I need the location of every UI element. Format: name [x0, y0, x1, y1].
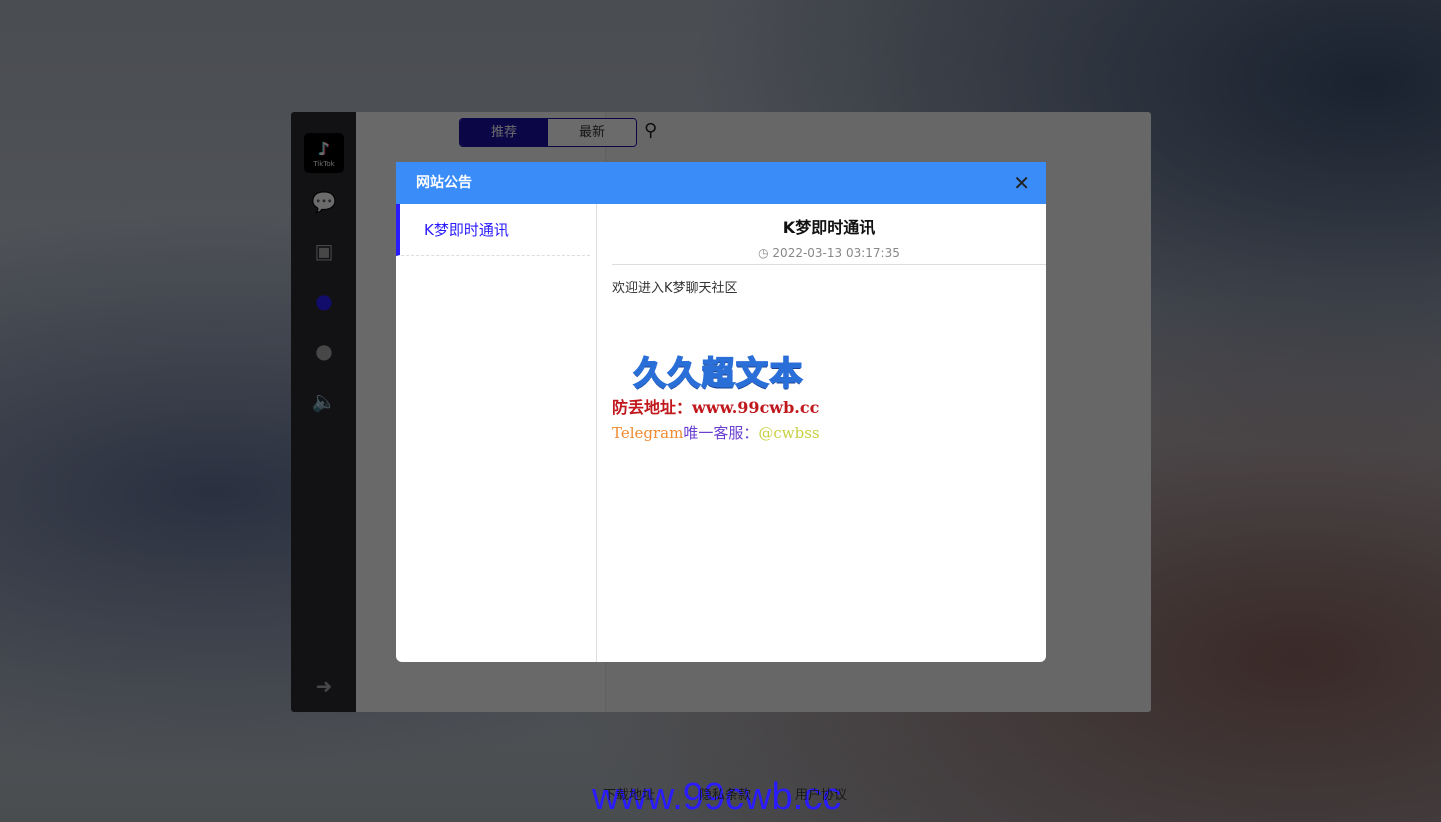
tab-recommended[interactable]: 推荐	[460, 119, 548, 146]
announcement-item[interactable]: K梦即时通讯	[396, 204, 590, 256]
volume-icon[interactable]: 🔈	[311, 389, 337, 415]
detail-title: K梦即时通讯	[782, 218, 876, 237]
address-label: 防丢地址：	[612, 398, 693, 417]
user-icon[interactable]: ●	[311, 339, 337, 365]
modal-title: 网站公告	[416, 175, 472, 191]
banner-image: 久久超文本	[633, 353, 805, 393]
telegram-line: Telegram唯一客服：@cwbss	[612, 422, 1046, 443]
users-icon[interactable]: ●	[311, 289, 337, 315]
tabs: 推荐 最新	[459, 118, 637, 147]
modal-header: 网站公告 ✕	[396, 162, 1046, 204]
address-link[interactable]: www.99cwb.cc	[692, 398, 819, 417]
announcement-list: K梦即时通讯	[396, 204, 597, 662]
detail-date: ◷ 2022-03-13 03:17:35	[612, 246, 1046, 265]
search-icon[interactable]: ⚲	[644, 120, 657, 141]
logo-text: TikTok	[313, 160, 335, 168]
telegram-handle: @cwbss	[758, 424, 820, 442]
sidebar: ♪ TikTok 💬 ▣ ● ● 🔈 ➜	[291, 112, 356, 712]
download-link[interactable]: 下载地址	[603, 784, 655, 803]
clock-icon: ◷	[758, 246, 773, 260]
date-text: 2022-03-13 03:17:35	[772, 246, 900, 260]
support-label: 唯一客服：	[683, 424, 759, 442]
detail-body: 欢迎进入K梦聊天社区	[612, 281, 738, 296]
address-book-icon[interactable]: ▣	[311, 239, 337, 265]
address-line: 防丢地址：www.99cwb.cc	[612, 394, 1046, 418]
announcement-detail: K梦即时通讯 ◷ 2022-03-13 03:17:35 欢迎进入K梦聊天社区 …	[612, 204, 1046, 662]
privacy-link[interactable]: 隐私条款	[699, 784, 751, 803]
footer-links: 下载地址 隐私条款 用户协议	[603, 784, 847, 803]
tab-latest[interactable]: 最新	[548, 119, 636, 146]
telegram-label: Telegram	[612, 424, 684, 442]
tiktok-logo[interactable]: ♪ TikTok	[304, 133, 344, 173]
comments-icon[interactable]: 💬	[311, 190, 337, 216]
close-icon[interactable]: ✕	[1013, 162, 1030, 204]
sign-out-icon[interactable]: ➜	[311, 674, 337, 700]
agreement-link[interactable]: 用户协议	[795, 784, 847, 803]
announcement-modal: 网站公告 ✕ K梦即时通讯 K梦即时通讯 ◷ 2022-03-13 03:17:…	[396, 162, 1046, 662]
